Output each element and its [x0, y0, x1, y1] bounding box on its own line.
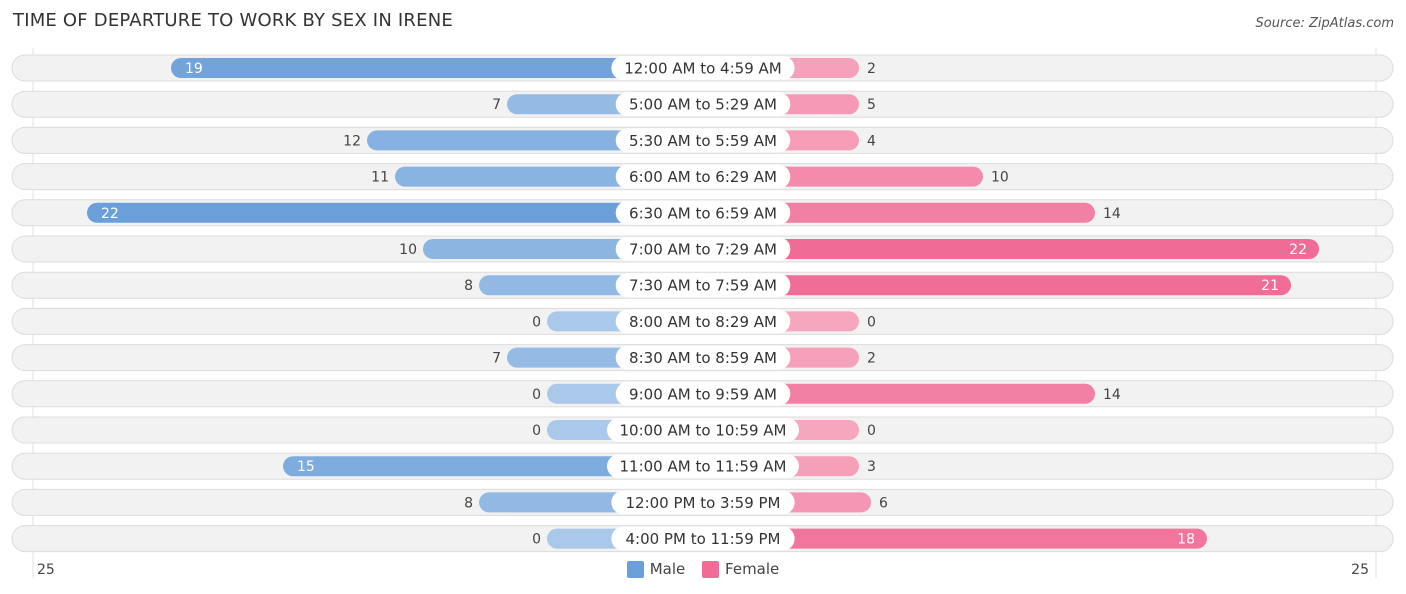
chart-area: 12:00 AM to 4:59 AM 19 2 5:00 AM to 5:29 AM…: [11, 48, 1394, 578]
legend-swatch-male: [626, 560, 644, 578]
legend-label-male: Male: [649, 560, 686, 578]
value-label-female: 3: [867, 459, 876, 475]
value-label-male: 15: [297, 459, 315, 475]
value-label-female: 6: [879, 495, 888, 511]
value-label-male: 22: [101, 206, 119, 222]
category-label: 6:00 AM to 6:29 AM: [629, 168, 777, 186]
category-label: 12:00 PM to 3:59 PM: [625, 494, 780, 512]
value-label-female: 14: [1103, 206, 1121, 222]
value-label-male: 19: [185, 61, 203, 77]
category-label: 5:00 AM to 5:29 AM: [629, 96, 777, 114]
value-label-male: 0: [532, 423, 541, 439]
value-label-male: 0: [532, 387, 541, 403]
value-label-female: 18: [1177, 532, 1195, 548]
legend-label-female: Female: [725, 560, 780, 578]
value-label-male: 0: [532, 314, 541, 330]
legend: Male Female: [0, 560, 1406, 582]
category-label: 7:30 AM to 7:59 AM: [629, 277, 777, 295]
category-label: 8:30 AM to 8:59 AM: [629, 349, 777, 367]
category-label: 12:00 AM to 4:59 AM: [624, 60, 781, 78]
value-label-female: 21: [1261, 278, 1279, 294]
value-label-female: 4: [867, 133, 876, 149]
value-label-female: 2: [867, 61, 876, 77]
value-label-female: 5: [867, 97, 876, 113]
value-label-male: 8: [464, 495, 473, 511]
value-label-male: 0: [532, 532, 541, 548]
category-label: 11:00 AM to 11:59 AM: [620, 458, 787, 476]
category-label: 10:00 AM to 10:59 AM: [620, 422, 787, 440]
value-label-female: 2: [867, 351, 876, 367]
value-label-male: 7: [492, 351, 501, 367]
value-label-female: 14: [1103, 387, 1121, 403]
value-label-male: 12: [343, 133, 361, 149]
value-label-male: 7: [492, 97, 501, 113]
category-label: 4:00 PM to 11:59 PM: [625, 530, 780, 548]
value-label-female: 10: [991, 170, 1009, 186]
legend-item-male[interactable]: Male: [626, 560, 686, 578]
legend-swatch-female: [702, 560, 720, 578]
legend-item-female[interactable]: Female: [702, 560, 779, 578]
value-label-female: 0: [867, 423, 876, 439]
category-label: 7:00 AM to 7:29 AM: [629, 241, 777, 259]
category-label: 5:30 AM to 5:59 AM: [629, 132, 777, 150]
value-label-male: 10: [399, 242, 417, 258]
category-label: 6:30 AM to 6:59 AM: [629, 204, 777, 222]
value-label-male: 11: [371, 170, 389, 186]
category-label: 9:00 AM to 9:59 AM: [629, 385, 777, 403]
value-label-male: 8: [464, 278, 473, 294]
category-label: 8:00 AM to 8:29 AM: [629, 313, 777, 331]
value-label-female: 22: [1289, 242, 1307, 258]
value-label-female: 0: [867, 314, 876, 330]
